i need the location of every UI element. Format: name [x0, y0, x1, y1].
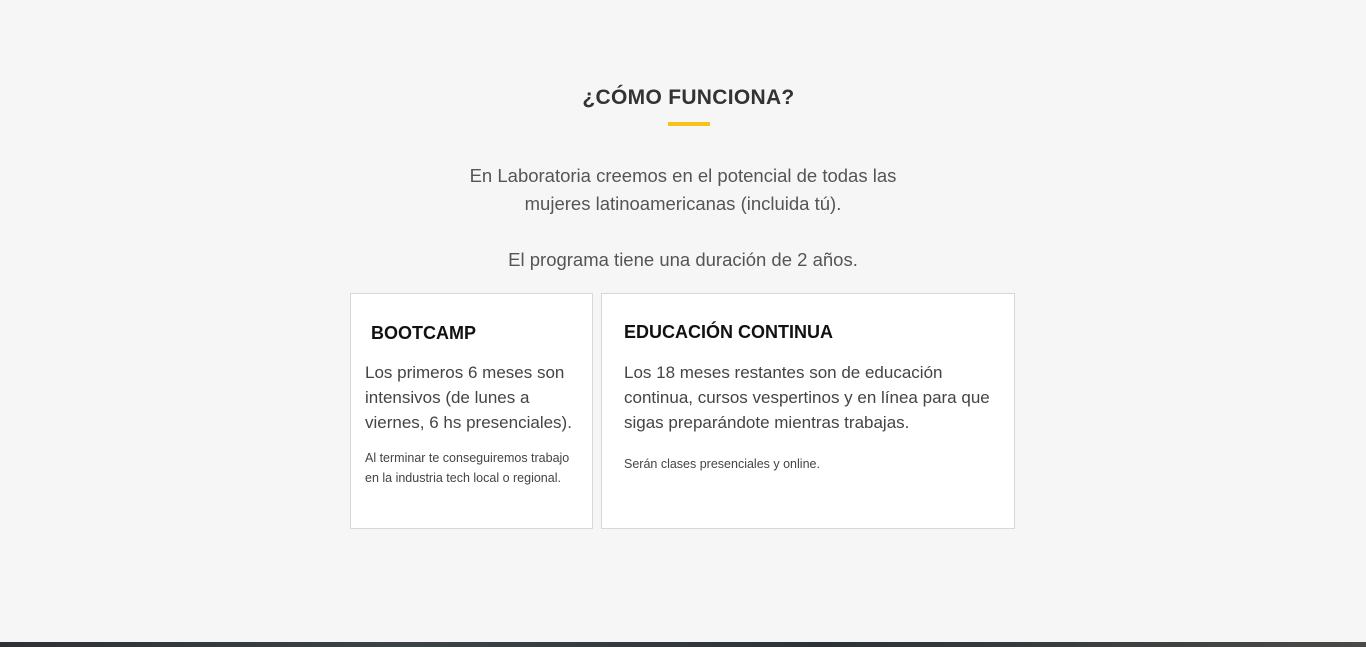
title-underline	[668, 122, 710, 126]
intro-text: En Laboratoria creemos en el potencial d…	[0, 162, 1366, 218]
bootcamp-card-note: Al terminar te conseguiremos trabajo en …	[365, 451, 570, 485]
bootcamp-card-title: BOOTCAMP	[371, 323, 476, 343]
duration-text: El programa tiene una duración de 2 años…	[508, 249, 858, 270]
next-section-edge	[0, 642, 1366, 647]
section-title: ¿CÓMO FUNCIONA?	[582, 86, 795, 109]
intro-line-2: mujeres latinoamericanas (incluida tú).	[524, 193, 842, 214]
intro-line-1: En Laboratoria creemos en el potencial d…	[469, 165, 897, 186]
continuing-education-card-body: Los 18 meses restantes son de educación …	[624, 363, 990, 432]
continuing-education-card: EDUCACIÓN CONTINUA Los 18 meses restante…	[601, 293, 1015, 529]
bootcamp-card: BOOTCAMP Los primeros 6 meses son intens…	[350, 293, 593, 529]
bootcamp-card-body: Los primeros 6 meses son intensivos (de …	[365, 363, 572, 432]
continuing-education-card-title: EDUCACIÓN CONTINUA	[624, 322, 833, 342]
how-it-works-section: ¿CÓMO FUNCIONA? En Laboratoria creemos e…	[0, 0, 1366, 642]
continuing-education-card-note: Serán clases presenciales y online.	[624, 457, 820, 471]
